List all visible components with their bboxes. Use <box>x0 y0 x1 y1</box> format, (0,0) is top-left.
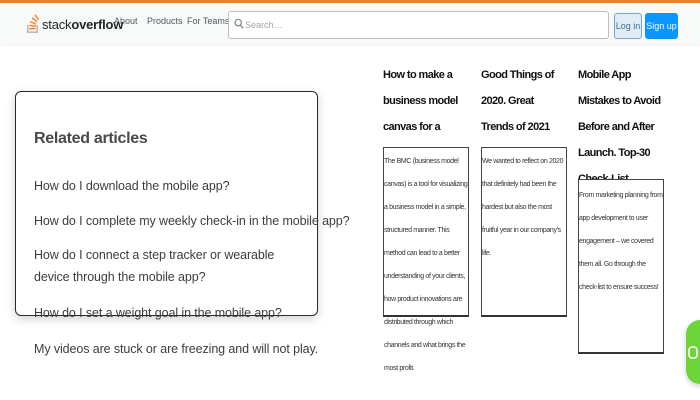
related-article-link[interactable]: How do I set a weight goal in the mobile… <box>34 302 282 324</box>
chat-widget-button[interactable] <box>686 320 700 384</box>
logo-word-light: stack <box>42 16 72 32</box>
related-article-link[interactable]: How do I complete my weekly check-in in … <box>34 210 350 232</box>
related-articles-title: Related articles <box>34 130 148 147</box>
blog-post-excerpt: The BMC (business model canvas) is a too… <box>384 158 468 372</box>
nav-for-teams-link[interactable]: For Teams <box>187 16 229 26</box>
blog-post-excerpt: We wanted to reflect on 2020 that defini… <box>482 158 564 257</box>
logo-wordmark: stackoverflow <box>42 17 123 32</box>
signup-button[interactable]: Sign up <box>645 13 678 39</box>
related-article-link[interactable]: How do I connect a step tracker or weara… <box>34 244 309 288</box>
search-input[interactable] <box>245 13 605 37</box>
stackoverflow-logo[interactable]: stackoverflow <box>26 9 123 39</box>
stack-logo-icon <box>27 14 40 33</box>
top-navbar: stackoverflow About Products For Teams L… <box>0 3 700 44</box>
related-article-link[interactable]: My videos are stuck or are freezing and … <box>34 338 318 360</box>
blog-post-excerpt: From marketing planning from app develop… <box>579 192 663 291</box>
login-button[interactable]: Log in <box>614 13 642 39</box>
chat-icon <box>688 346 698 359</box>
related-article-link[interactable]: How do I download the mobile app? <box>34 175 230 197</box>
blog-post-title[interactable]: Good Things of 2020. Great Trends of 202… <box>481 62 563 140</box>
nav-about-link[interactable]: About <box>114 16 138 26</box>
nav-products-link[interactable]: Products <box>147 16 183 26</box>
search-icon <box>234 18 244 29</box>
search-box[interactable] <box>228 11 609 39</box>
blog-post-title[interactable]: Mobile App Mistakes to Avoid Before and … <box>578 62 670 192</box>
